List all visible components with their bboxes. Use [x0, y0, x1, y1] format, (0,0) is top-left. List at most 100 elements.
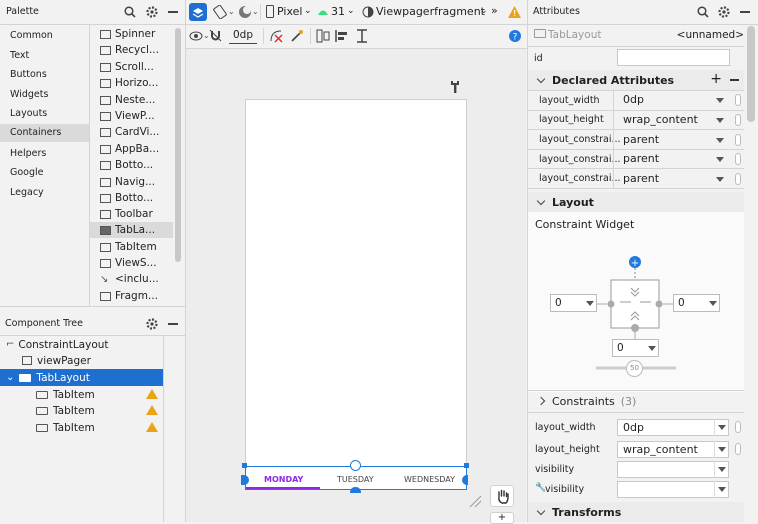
palette-item[interactable]: Recycl... [100, 42, 159, 58]
more-icon[interactable]: » [491, 4, 498, 17]
category-widgets[interactable]: Widgets [10, 89, 48, 100]
palette-item[interactable]: Scroll... [100, 59, 154, 75]
tree-node-viewpager[interactable]: viewPager [22, 352, 91, 369]
warning-icon[interactable] [146, 389, 158, 399]
chevron-down-icon[interactable]: ⌄ [228, 7, 235, 16]
minimize-icon[interactable] [168, 323, 178, 325]
category-google[interactable]: Google [10, 167, 44, 178]
horizontal-bias-slider[interactable]: 50 [626, 360, 643, 377]
declared-attributes-header[interactable]: Declared Attributes + [528, 70, 744, 90]
chevron-down-icon[interactable]: ⌄ [6, 372, 14, 383]
default-margin-field[interactable]: 0dp [229, 28, 257, 44]
constraints-row[interactable]: Constraints (3) [528, 391, 744, 411]
resize-handle[interactable] [242, 463, 247, 468]
resource-picker[interactable] [735, 114, 741, 126]
warning-icon[interactable] [146, 405, 158, 415]
palette-item[interactable]: ↘ <inclu... [100, 271, 159, 287]
palette-item[interactable]: Horizo... [100, 75, 158, 91]
warning-icon[interactable] [146, 422, 158, 432]
gear-icon[interactable] [146, 318, 158, 330]
attr-value[interactable]: wrap_content [623, 113, 698, 126]
tree-node-tabitem[interactable]: TabItem [36, 402, 95, 419]
palette-item[interactable]: ViewP... [100, 108, 155, 124]
orientation-icon[interactable] [213, 5, 227, 19]
minimize-icon[interactable] [168, 11, 178, 13]
palette-item[interactable]: Botto... [100, 157, 153, 173]
align-icon[interactable] [334, 29, 350, 43]
tools-visibility-field[interactable] [617, 481, 729, 498]
chevron-down-icon[interactable]: ⌄ [347, 6, 355, 16]
palette-item[interactable]: AppBa... [100, 141, 159, 157]
resource-picker[interactable] [735, 94, 741, 106]
category-common[interactable]: Common [10, 30, 53, 41]
search-icon[interactable] [697, 6, 709, 18]
chevron-down-icon[interactable] [645, 340, 659, 357]
tab-tuesday[interactable]: TUESDAY [337, 475, 374, 484]
tree-node-tablayout[interactable]: ⌄ TabLayout [0, 369, 163, 386]
layout-section-header[interactable]: Layout [528, 192, 744, 212]
category-legacy[interactable]: Legacy [10, 187, 44, 198]
palette-scrollbar[interactable] [175, 28, 181, 262]
visibility-field[interactable] [617, 461, 729, 478]
wrench-icon[interactable] [449, 80, 461, 94]
minimize-icon[interactable] [740, 11, 750, 13]
remove-icon[interactable] [730, 79, 739, 81]
layout-width-field[interactable]: 0dp [617, 419, 729, 436]
palette-item[interactable]: Fragm... [100, 288, 158, 304]
resize-grip-icon[interactable] [468, 494, 482, 508]
gear-icon[interactable] [718, 6, 730, 18]
resource-picker[interactable] [735, 421, 741, 433]
resource-picker[interactable] [735, 173, 741, 185]
magnet-off-icon[interactable] [209, 29, 222, 42]
warning-icon[interactable] [508, 6, 521, 18]
chevron-down-icon[interactable] [583, 295, 597, 312]
palette-item[interactable]: Spinner [100, 26, 155, 42]
tree-node-tabitem[interactable]: TabItem [36, 419, 95, 436]
palette-item[interactable]: ViewS... [100, 255, 157, 271]
chevron-down-icon[interactable] [713, 171, 727, 188]
pack-icon[interactable] [315, 29, 331, 43]
eye-icon[interactable] [189, 30, 203, 42]
infer-constraints-icon[interactable] [290, 29, 304, 43]
chevron-down-icon[interactable]: ⌄ [304, 6, 312, 16]
attr-value[interactable]: parent [623, 172, 659, 185]
category-text[interactable]: Text [10, 50, 29, 61]
chevron-down-icon[interactable] [713, 112, 727, 129]
attr-value[interactable]: parent [623, 152, 659, 165]
chevron-down-icon[interactable] [714, 441, 728, 458]
chevron-down-icon[interactable] [706, 295, 720, 312]
resource-picker[interactable] [735, 443, 741, 455]
transforms-section-header[interactable]: Transforms [528, 502, 744, 522]
palette-item[interactable]: Botto... [100, 190, 153, 206]
layout-height-field[interactable]: wrap_content [617, 441, 729, 458]
palette-item[interactable]: Neste... [100, 92, 155, 108]
api-level-selector[interactable]: 31 [331, 5, 345, 18]
palette-item[interactable]: Navig... [100, 174, 155, 190]
attr-value[interactable]: parent [623, 133, 659, 146]
id-input[interactable] [617, 49, 730, 66]
chevron-down-icon[interactable] [714, 419, 728, 436]
theme-selector[interactable]: Viewpagerfragment [376, 5, 485, 18]
device-selector[interactable]: Pixel [277, 5, 302, 18]
guidelines-icon[interactable] [354, 29, 370, 43]
pan-button[interactable] [490, 485, 514, 507]
palette-item[interactable]: CardVi... [100, 124, 159, 140]
category-helpers[interactable]: Helpers [10, 148, 46, 159]
tree-node-tabitem[interactable]: TabItem [36, 386, 95, 403]
resource-picker[interactable] [735, 153, 741, 165]
palette-item[interactable]: Toolbar [100, 206, 153, 222]
attr-value[interactable]: 0dp [623, 93, 644, 106]
chevron-down-icon[interactable] [714, 481, 728, 498]
tab-monday[interactable]: MONDAY [264, 475, 303, 484]
tree-node-constraintlayout[interactable]: ⌐ ConstraintLayout [6, 336, 109, 353]
tab-wednesday[interactable]: WEDNESDAY [404, 475, 455, 484]
search-icon[interactable] [124, 6, 136, 18]
chevron-down-icon[interactable] [713, 132, 727, 149]
palette-item[interactable]: TabItem [100, 239, 157, 255]
add-icon[interactable]: + [710, 71, 722, 87]
chevron-down-icon[interactable] [714, 461, 728, 478]
attributes-scrollbar[interactable] [747, 26, 755, 122]
right-anchor-handle[interactable] [462, 475, 468, 485]
palette-item-selected[interactable]: TabLa... [90, 222, 173, 238]
category-layouts[interactable]: Layouts [10, 108, 47, 119]
